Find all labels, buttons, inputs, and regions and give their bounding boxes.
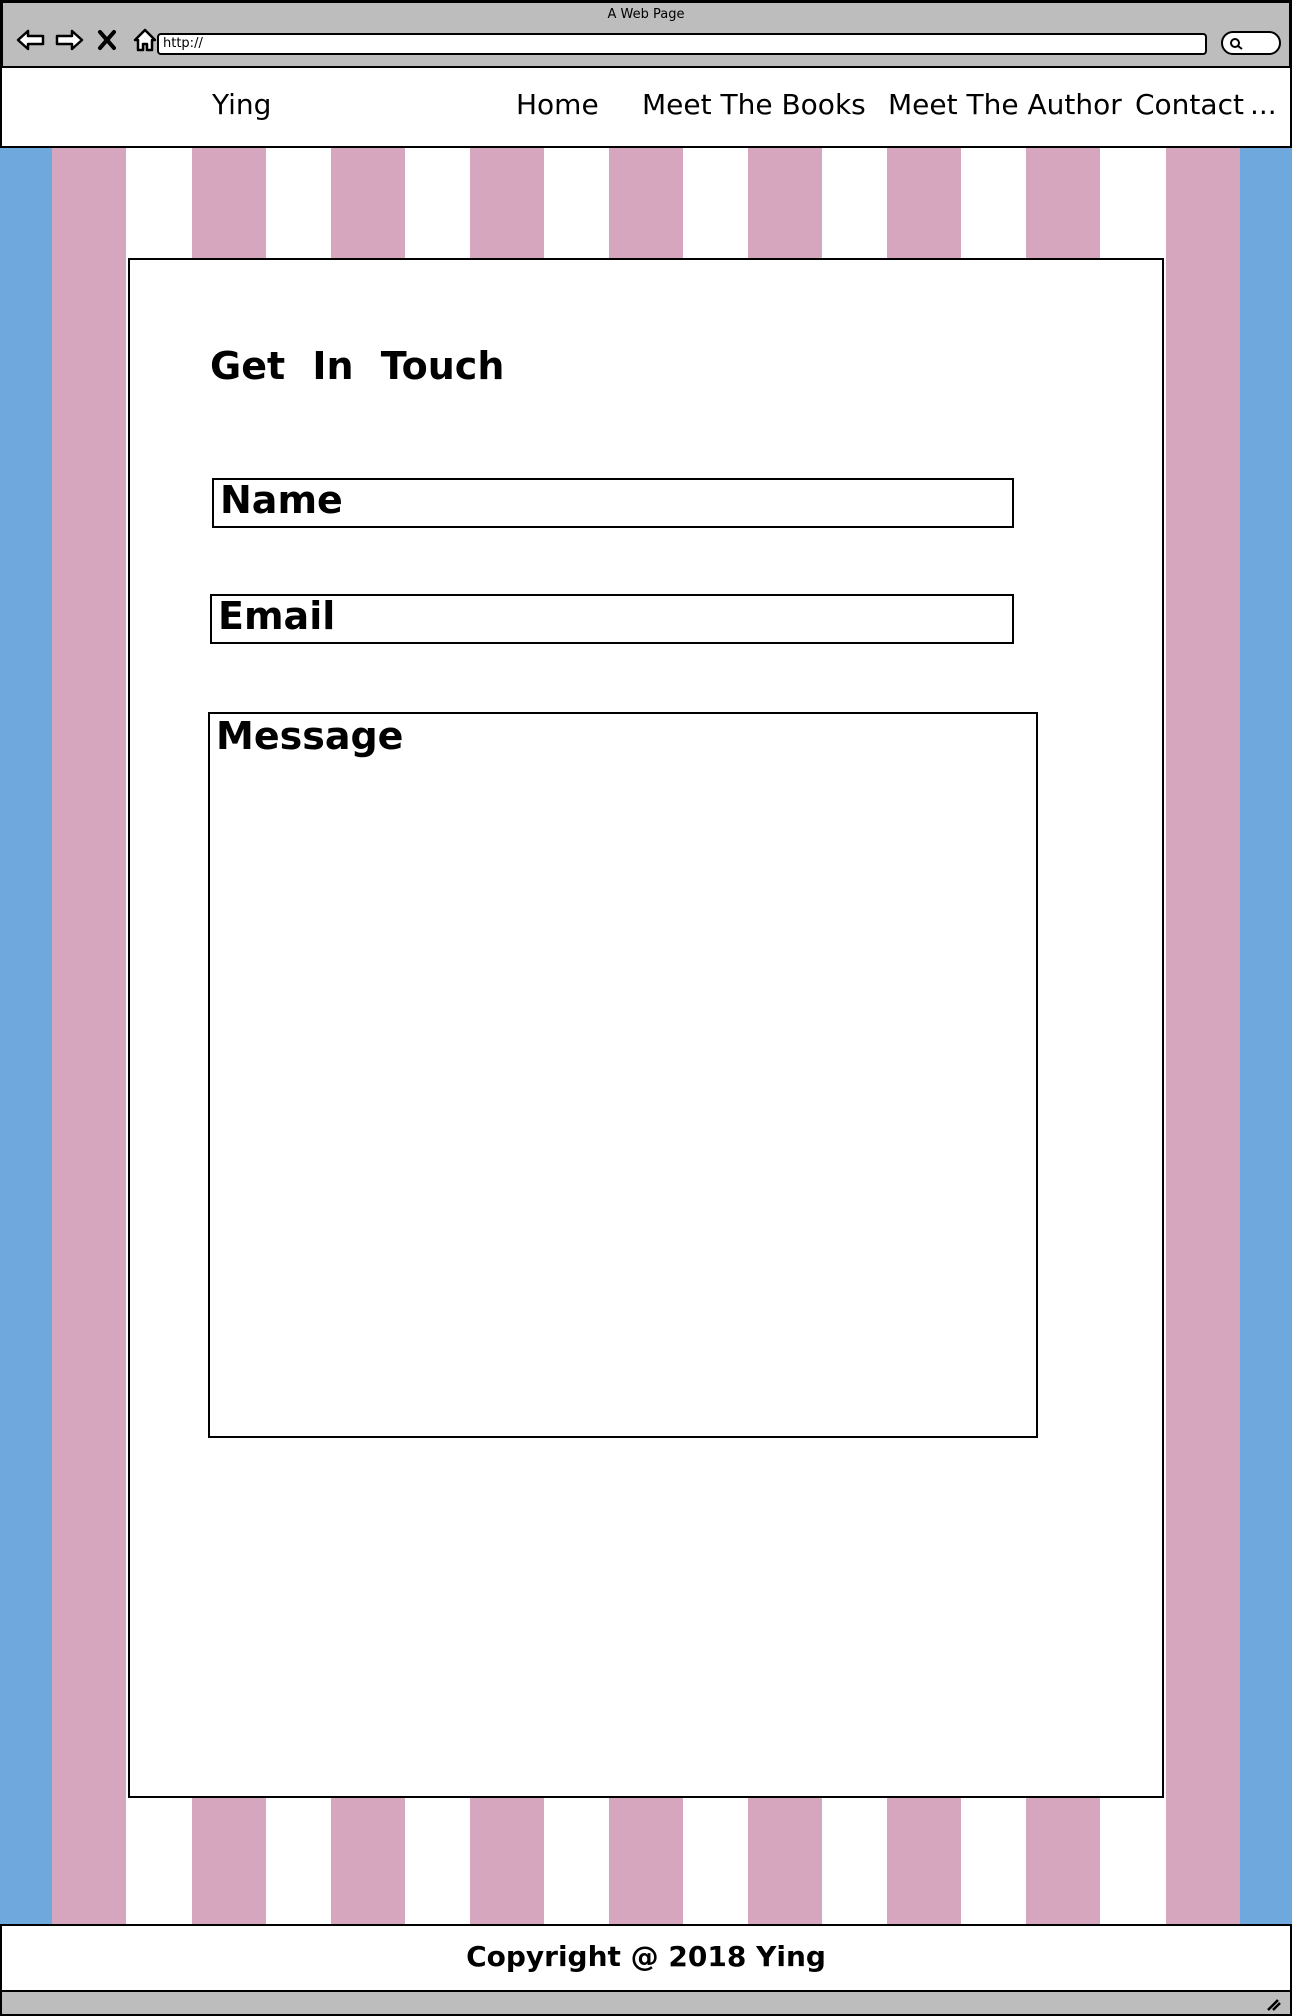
bottom-stripe	[1026, 1798, 1100, 1924]
top-stripe	[609, 148, 683, 258]
nav-meet-the-books[interactable]: Meet The Books	[642, 88, 866, 121]
nav-home[interactable]: Home	[516, 88, 599, 121]
blue-border-left	[0, 148, 52, 1924]
blue-border-right	[1240, 148, 1292, 1924]
window-title: A Web Page	[607, 7, 685, 22]
top-stripe	[331, 148, 405, 258]
back-arrow-icon[interactable]	[15, 25, 47, 55]
close-icon[interactable]	[91, 25, 123, 55]
name-field[interactable]: Name	[212, 478, 1014, 528]
page-title: Get In Touch	[210, 344, 505, 388]
site-footer: Copyright @ 2018 Ying	[0, 1924, 1292, 1992]
pink-border-right	[1166, 148, 1240, 1924]
bottom-stripe	[470, 1798, 544, 1924]
nav-contact[interactable]: Contact	[1135, 88, 1244, 121]
search-icon	[1230, 38, 1243, 50]
resize-grip-icon[interactable]	[1264, 1996, 1282, 2012]
bottom-stripe	[609, 1798, 683, 1924]
nav-more[interactable]: ...	[1250, 88, 1277, 121]
browser-toolbar: A Web Page http://	[0, 0, 1292, 66]
bottom-stripe	[887, 1798, 961, 1924]
email-field[interactable]: Email	[210, 594, 1014, 644]
bottom-stripe	[192, 1798, 266, 1924]
top-stripe	[748, 148, 822, 258]
top-stripe	[192, 148, 266, 258]
site-logo[interactable]: Ying	[212, 88, 271, 121]
bottom-stripe	[748, 1798, 822, 1924]
top-stripe	[887, 148, 961, 258]
pink-border-left	[52, 148, 126, 1924]
browser-search-field[interactable]	[1221, 31, 1281, 55]
browser-status-bar	[0, 1992, 1292, 2016]
message-textarea[interactable]: Message	[208, 712, 1038, 1438]
copyright-text: Copyright @ 2018 Ying	[466, 1940, 826, 1973]
top-stripe	[1026, 148, 1100, 258]
browser-nav-buttons	[15, 25, 161, 55]
contact-card: Get In Touch Name Email Message	[128, 258, 1164, 1798]
site-header: Ying Home Meet The Books Meet The Author…	[0, 66, 1292, 148]
url-bar[interactable]: http://	[157, 33, 1207, 55]
nav-meet-the-author[interactable]: Meet The Author	[888, 88, 1122, 121]
forward-arrow-icon[interactable]	[53, 25, 85, 55]
top-stripe	[470, 148, 544, 258]
bottom-stripe	[331, 1798, 405, 1924]
